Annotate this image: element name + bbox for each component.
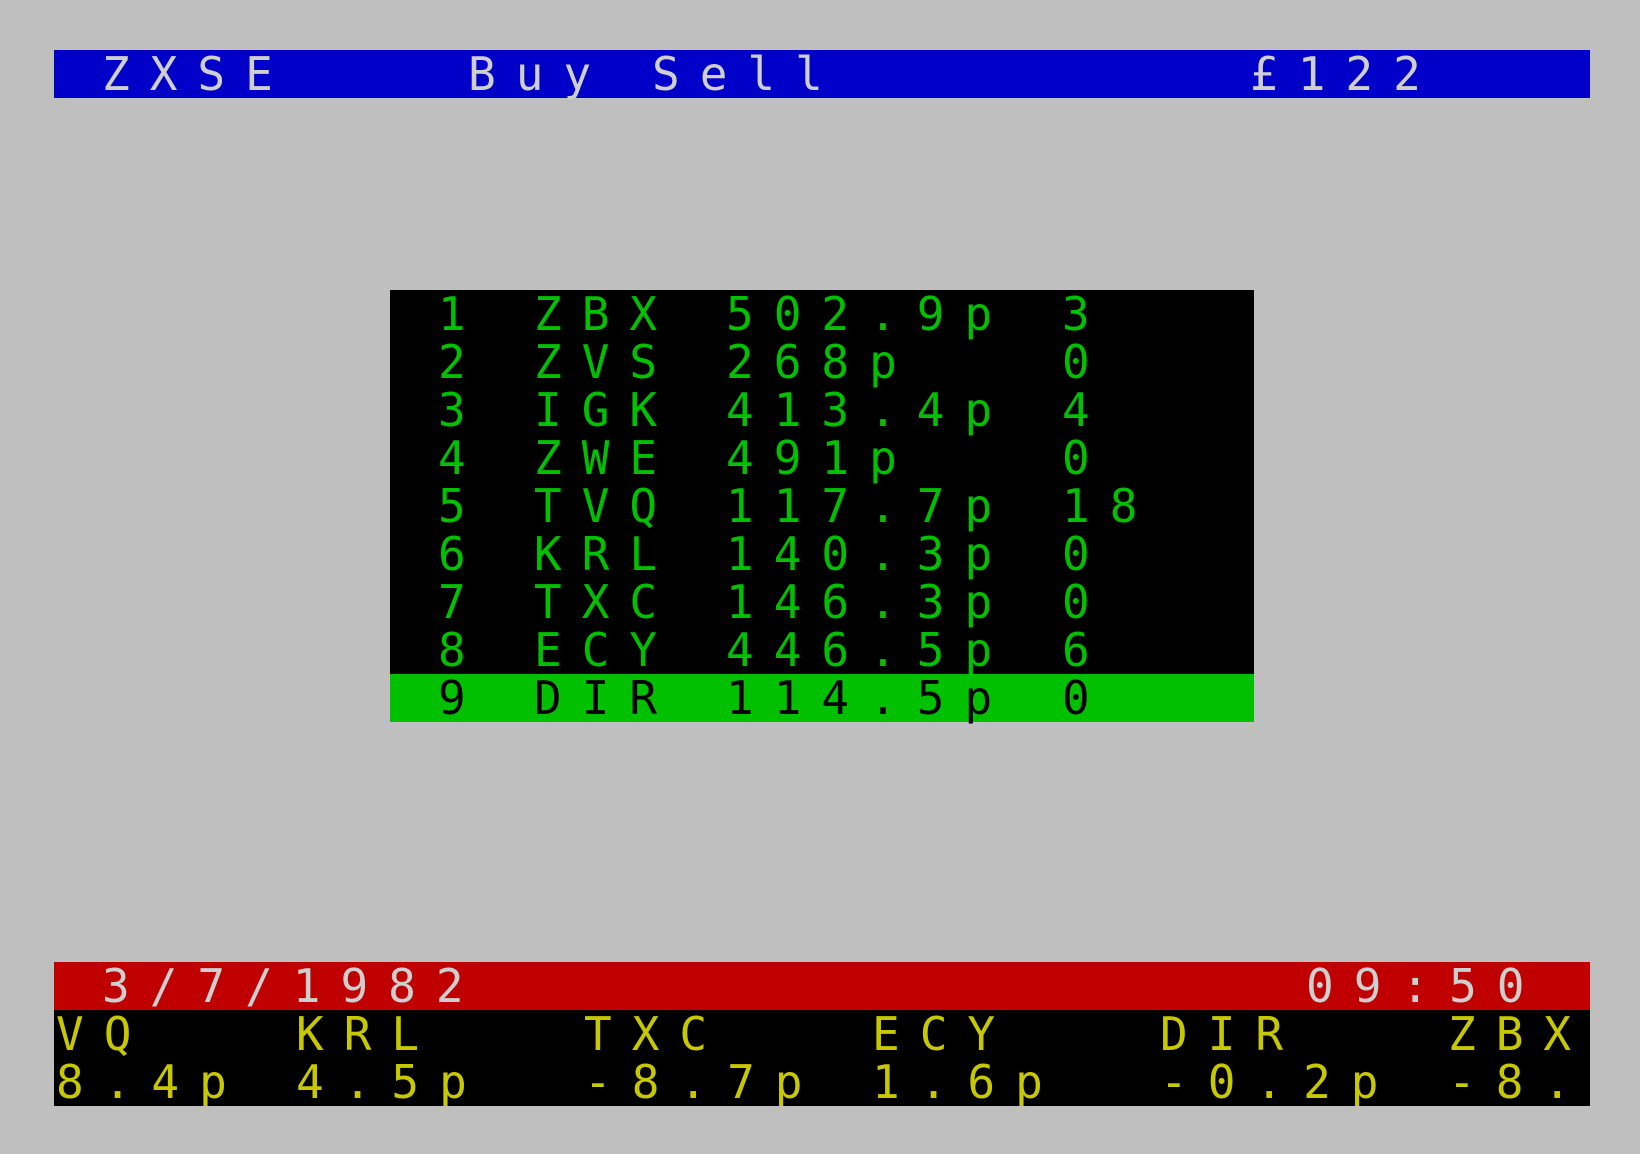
row-number: 8 xyxy=(438,623,486,677)
ticker-symbol: DIR xyxy=(1160,1010,1304,1061)
row-number: 1 xyxy=(438,287,486,341)
row-number: 4 xyxy=(438,431,486,485)
sell-button[interactable]: Sell xyxy=(652,50,843,98)
game-time: 09:50 xyxy=(1306,959,1545,1013)
stock-symbol: TXC xyxy=(534,575,678,629)
shares-held: 18 xyxy=(1062,479,1158,533)
stock-symbol: ZVS xyxy=(534,335,678,389)
stock-price: 491p xyxy=(726,431,917,485)
stock-symbol: IGK xyxy=(534,383,678,437)
buy-button[interactable]: Buy xyxy=(468,50,611,98)
shares-held: 6 xyxy=(1062,623,1110,677)
ticker-symbol: KRL xyxy=(296,1010,440,1061)
stock-price: 140.3p xyxy=(726,527,1013,581)
row-number: 9 xyxy=(438,671,486,725)
status-bar: 3/7/1982 09:50 xyxy=(54,962,1590,1010)
stock-price: 446.5p xyxy=(726,623,1013,677)
ticker-symbol: TXC xyxy=(584,1010,728,1061)
shares-held: 0 xyxy=(1062,335,1110,389)
stock-price: 117.7p xyxy=(726,479,1013,533)
stock-symbol: TVQ xyxy=(534,479,678,533)
ticker-symbol: VQ xyxy=(56,1010,152,1061)
stock-price: 114.5p xyxy=(726,671,1013,725)
stock-table: 1 ZBX 502.9p 3 2 ZVS 268p 0 3 IGK 413.4p… xyxy=(390,290,1254,722)
stock-symbol: DIR xyxy=(534,671,678,725)
ticker-symbol: ZBX xyxy=(1448,1010,1590,1061)
stock-row-6[interactable]: 6 KRL 140.3p 0 xyxy=(390,530,1254,578)
ticker-change: 4.5p xyxy=(296,1055,487,1106)
stock-symbol: ECY xyxy=(534,623,678,677)
shares-held: 0 xyxy=(1062,431,1110,485)
stock-row-7[interactable]: 7 TXC 146.3p 0 xyxy=(390,578,1254,626)
stock-ticker: VQ 8.4p KRL 4.5p TXC -8.7p ECY 1.6p DIR … xyxy=(54,1010,1590,1106)
ticker-symbol: ECY xyxy=(872,1010,1016,1061)
ticker-change: -8. xyxy=(1448,1055,1590,1106)
stock-symbol: ZBX xyxy=(534,287,678,341)
stock-row-2[interactable]: 2 ZVS 268p 0 xyxy=(390,338,1254,386)
shares-held: 4 xyxy=(1062,383,1110,437)
shares-held: 0 xyxy=(1062,527,1110,581)
stock-row-1[interactable]: 1 ZBX 502.9p 3 xyxy=(390,290,1254,338)
stock-price: 268p xyxy=(726,335,917,389)
row-number: 5 xyxy=(438,479,486,533)
row-number: 2 xyxy=(438,335,486,389)
stock-row-9-selected[interactable]: 9 DIR 114.5p 0 xyxy=(390,674,1254,722)
stock-row-5[interactable]: 5 TVQ 117.7p 18 xyxy=(390,482,1254,530)
shares-held: 0 xyxy=(1062,575,1110,629)
stock-symbol: KRL xyxy=(534,527,678,581)
stock-price: 413.4p xyxy=(726,383,1013,437)
stock-row-4[interactable]: 4 ZWE 491p 0 xyxy=(390,434,1254,482)
stock-row-8[interactable]: 8 ECY 446.5p 6 xyxy=(390,626,1254,674)
app-title: ZXSE xyxy=(102,47,293,101)
game-date: 3/7/1982 xyxy=(102,959,484,1013)
stock-price: 502.9p xyxy=(726,287,1013,341)
ticker-change: -0.2p xyxy=(1160,1055,1399,1106)
stock-row-3[interactable]: 3 IGK 413.4p 4 xyxy=(390,386,1254,434)
shares-held: 0 xyxy=(1062,671,1110,725)
shares-held: 3 xyxy=(1062,287,1110,341)
row-number: 6 xyxy=(438,527,486,581)
stock-symbol: ZWE xyxy=(534,431,678,485)
ticker-change: 8.4p xyxy=(56,1055,247,1106)
row-number: 3 xyxy=(438,383,486,437)
ticker-change: -8.7p xyxy=(584,1055,823,1106)
cash-balance: £122 xyxy=(1250,47,1441,101)
ticker-change: 1.6p xyxy=(872,1055,1063,1106)
menu-bar: ZXSE Buy Sell £122 xyxy=(54,50,1590,98)
row-number: 7 xyxy=(438,575,486,629)
stock-price: 146.3p xyxy=(726,575,1013,629)
